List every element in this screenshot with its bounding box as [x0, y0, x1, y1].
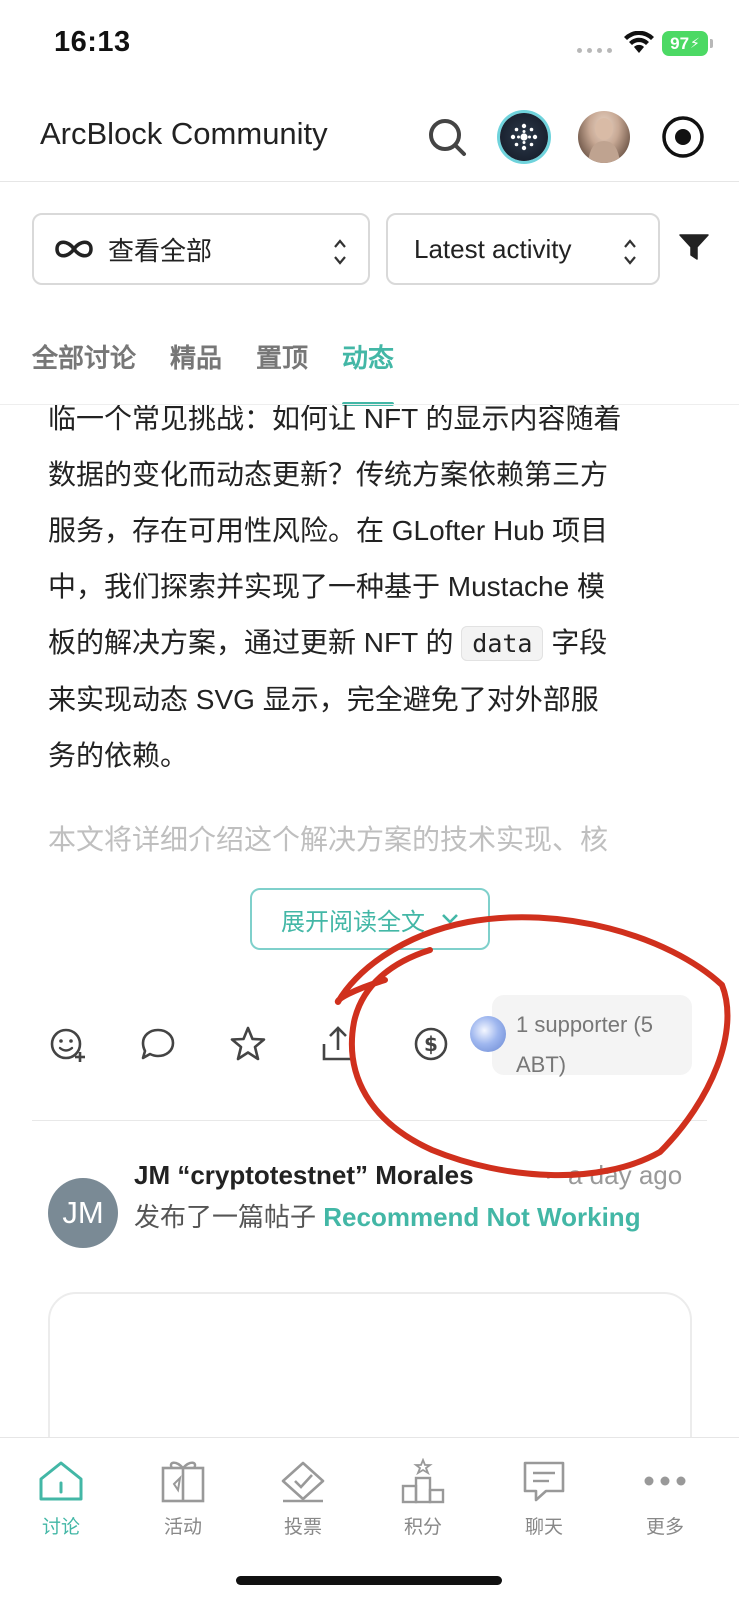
- article-text-fragment: 字段: [543, 627, 608, 658]
- battery-level: 97: [670, 33, 690, 53]
- post-action-text: 发布了一篇帖子: [134, 1202, 317, 1232]
- add-reaction-button[interactable]: [48, 1024, 88, 1064]
- post-time: a day ago: [568, 1160, 683, 1190]
- article-line: 务的依赖。: [48, 740, 189, 771]
- star-icon: [230, 1026, 266, 1061]
- nav-chat[interactable]: 聊天: [499, 1456, 589, 1539]
- article-line: 板的解决方案，通过更新 NFT 的 data 字段: [48, 615, 708, 672]
- article-text-fragment: 板的解决方案，通过更新 NFT 的: [48, 627, 462, 658]
- home-indicator[interactable]: [236, 1576, 502, 1585]
- status-bar: 16:13 97 ⚡: [0, 0, 739, 92]
- scope-select[interactable]: 查看全部: [32, 213, 370, 285]
- avatar: [588, 118, 620, 163]
- comment-button[interactable]: [138, 1024, 178, 1064]
- dollar-circle-icon: $: [414, 1027, 448, 1061]
- article-line: 数据的变化而动态更新？传统方案依赖第三方: [48, 459, 609, 490]
- chat-icon: [523, 1461, 565, 1502]
- post-author[interactable]: JM “cryptotestnet” Morales: [134, 1160, 474, 1191]
- wifi-icon: [624, 31, 654, 53]
- supporter-avatar: [470, 1016, 506, 1052]
- tab-all-discussions[interactable]: 全部讨论: [32, 338, 136, 406]
- tab-pinned[interactable]: 置顶: [256, 338, 308, 406]
- share-button[interactable]: [318, 1024, 358, 1064]
- expand-button-label: 展开阅读全文: [281, 908, 425, 936]
- sort-select-value: Latest activity: [414, 233, 572, 264]
- expand-read-more-button[interactable]: 展开阅读全文: [250, 888, 490, 950]
- faded-paragraph: 本文将详细介绍这个解决方案的技术实现、核: [48, 824, 609, 855]
- emoji-plus-icon: [50, 1028, 85, 1062]
- sort-select[interactable]: Latest activity: [386, 213, 660, 285]
- battery-icon: 97 ⚡: [662, 31, 713, 56]
- chevron-down-icon: [442, 914, 458, 924]
- article-line: 中，我们探索并实现了一种基于 Mustache 模: [48, 571, 605, 602]
- article-line: 临一个常见挑战：如何让 NFT 的显示内容随着: [48, 405, 622, 434]
- record-icon: [662, 116, 704, 158]
- more-icon: [644, 1476, 686, 1486]
- nav-label: 积分: [403, 1517, 442, 1538]
- nav-events[interactable]: 活动: [138, 1456, 228, 1539]
- article-text: 临一个常见挑战：如何让 NFT 的显示内容随着 数据的变化而动态更新？传统方案依…: [48, 405, 708, 784]
- post-divider: [32, 1120, 707, 1121]
- bottom-navigation: 讨论 活动 投票 积分 聊天 更多: [0, 1437, 739, 1600]
- article-line: 来实现动态 SVG 显示，完全避免了对外部服: [48, 684, 599, 715]
- gift-icon: [161, 1461, 205, 1503]
- search-icon: [429, 119, 466, 156]
- filter-funnel-icon[interactable]: [679, 232, 709, 262]
- category-tabs: 全部讨论 精品 置顶 动态: [32, 338, 395, 406]
- article-line: 服务，存在可用性风险。在 GLofter Hub 项目: [48, 515, 609, 546]
- home-icon: [39, 1461, 83, 1501]
- cellular-signal-icon: [577, 48, 612, 53]
- infinity-icon: [55, 240, 93, 258]
- tip-button[interactable]: $: [411, 1024, 451, 1064]
- scope-select-value: 查看全部: [108, 235, 213, 266]
- podium-icon: [401, 1458, 445, 1504]
- nav-vote[interactable]: 投票: [258, 1456, 348, 1539]
- share-icon: [322, 1026, 354, 1061]
- svg-text:$: $: [424, 1032, 438, 1056]
- nav-label: 讨论: [41, 1517, 80, 1538]
- record-button[interactable]: [656, 110, 710, 164]
- article-body: 临一个常见挑战：如何让 NFT 的显示内容随着 数据的变化而动态更新？传统方案依…: [48, 405, 708, 855]
- status-time: 16:13: [54, 26, 131, 58]
- arcblock-logo-icon: [510, 123, 538, 151]
- meta-separator: ·: [544, 1160, 553, 1190]
- nav-more[interactable]: 更多: [620, 1456, 710, 1539]
- comment-icon: [141, 1028, 175, 1060]
- nav-label: 活动: [163, 1517, 202, 1538]
- nav-label: 聊天: [524, 1517, 563, 1538]
- post-title-link[interactable]: Recommend Not Working: [323, 1202, 640, 1232]
- author-avatar[interactable]: JM: [48, 1178, 118, 1248]
- app-header: ArcBlock Community: [0, 92, 739, 182]
- nav-label: 更多: [645, 1517, 684, 1538]
- tab-featured[interactable]: 精品: [170, 338, 222, 406]
- app-title: ArcBlock Community: [40, 116, 328, 151]
- bookmark-star-button[interactable]: [228, 1024, 268, 1064]
- inline-code: data: [461, 626, 544, 661]
- post-activity: 发布了一篇帖子 Recommend Not Working: [134, 1198, 694, 1237]
- chevron-updown-icon: [624, 239, 636, 265]
- chevron-updown-icon: [334, 239, 346, 265]
- tab-activity[interactable]: 动态: [342, 338, 395, 406]
- supporters-summary[interactable]: 1 supporter (5 ABT): [492, 995, 692, 1077]
- vote-icon: [281, 1461, 325, 1503]
- nav-points[interactable]: 积分: [378, 1456, 468, 1539]
- arcblock-logo-button[interactable]: [500, 113, 548, 161]
- user-avatar-button[interactable]: [578, 111, 630, 163]
- nav-discussions[interactable]: 讨论: [16, 1456, 106, 1539]
- search-button[interactable]: [420, 110, 474, 164]
- nav-label: 投票: [283, 1517, 322, 1538]
